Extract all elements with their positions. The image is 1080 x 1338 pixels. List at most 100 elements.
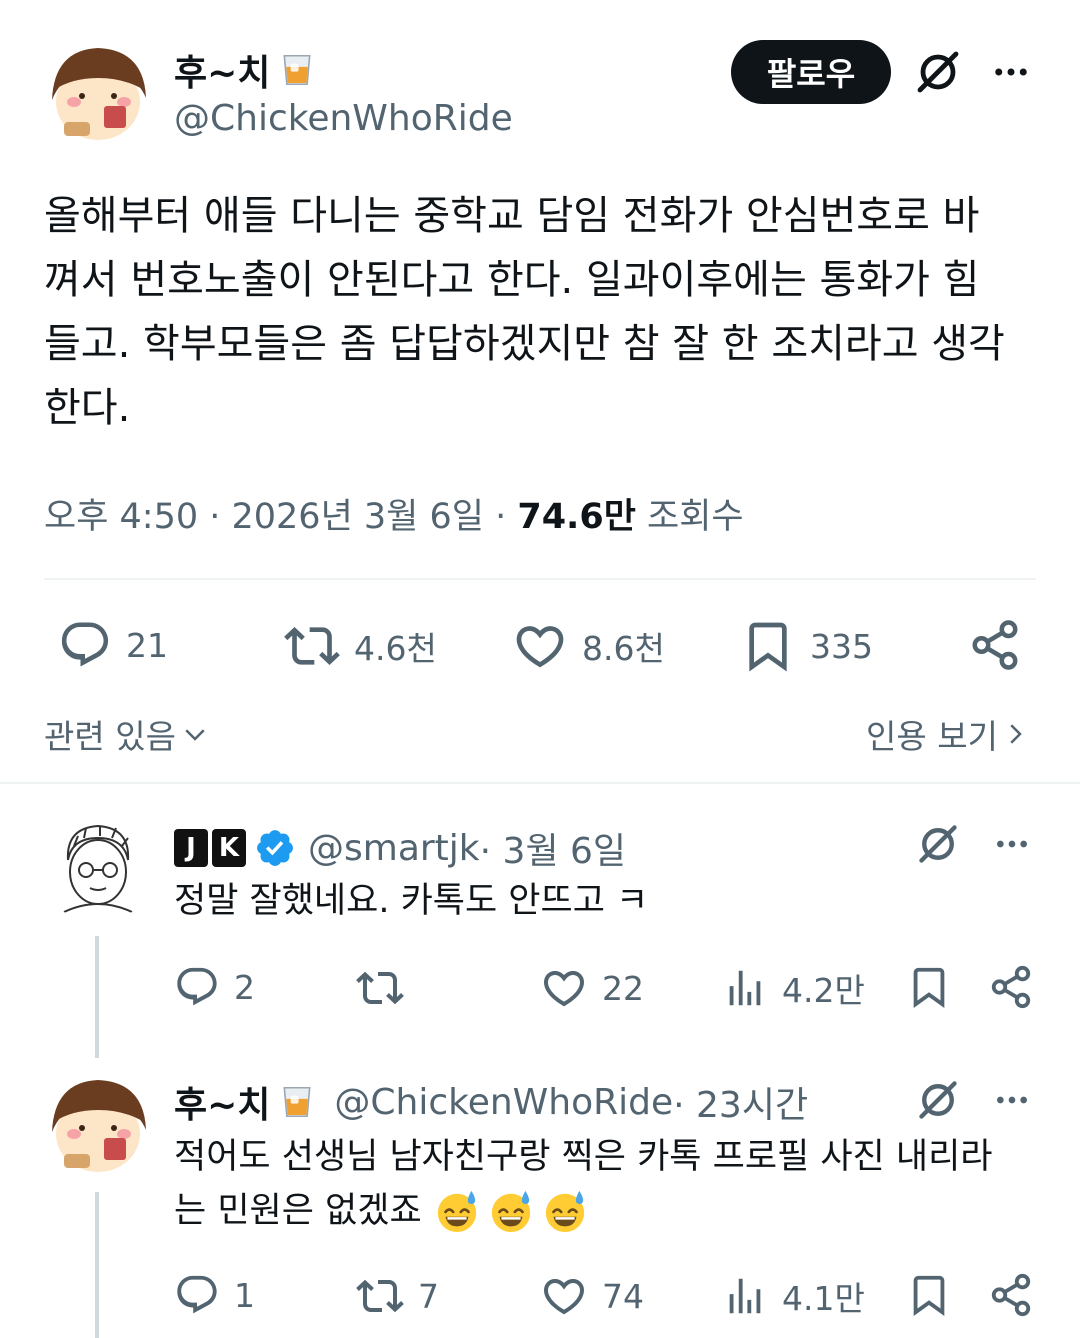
reply-text-line: 는 민원은 없겠죠 xyxy=(174,1184,1044,1238)
bookmark-icon xyxy=(906,1272,952,1318)
grok-slash-icon[interactable] xyxy=(914,1076,962,1124)
reply-like-button[interactable]: 74 xyxy=(540,1272,644,1320)
avatar-illustration xyxy=(44,1072,152,1180)
verified-badge-icon xyxy=(254,827,296,869)
grok-slash-icon[interactable] xyxy=(914,820,962,868)
avatar-illustration xyxy=(44,40,152,148)
tweet-timestamp[interactable]: 오후 4:50 · 2026년 3월 6일 · xyxy=(44,497,517,537)
related-toggle[interactable]: 관련 있음 xyxy=(44,710,210,758)
tweet-meta: 오후 4:50 · 2026년 3월 6일 · 74.6만 조회수 xyxy=(44,488,744,539)
like-button[interactable]: 8.6천 xyxy=(512,618,665,674)
repost-button[interactable]: 4.6천 xyxy=(284,618,437,674)
share-icon xyxy=(968,618,1022,672)
quotes-label: 인용 보기 xyxy=(866,717,998,756)
tweet-text-line: 껴서 번호노출이 안된다고 한다. 일과이후에는 통화가 힘 xyxy=(44,257,980,303)
more-dots-icon[interactable] xyxy=(990,1080,1034,1120)
reply-bubble-icon xyxy=(174,1272,220,1318)
reply-count: 21 xyxy=(126,625,168,665)
thread-connector xyxy=(95,936,99,1058)
more-dots-icon[interactable] xyxy=(990,824,1034,864)
reply-reply-count: 1 xyxy=(234,1275,255,1315)
reply-views-button[interactable]: 4.2만 xyxy=(722,964,865,1012)
bookmark-button[interactable]: 335 xyxy=(740,618,873,674)
reply-repost-button[interactable]: 7 xyxy=(356,1272,439,1320)
reply-like-button[interactable]: 22 xyxy=(540,964,644,1012)
thread-connector xyxy=(95,1192,99,1338)
reply-views-button[interactable]: 4.1만 xyxy=(722,1272,865,1320)
share-icon xyxy=(988,964,1034,1010)
reply-bookmark-button[interactable] xyxy=(906,964,952,1010)
follow-button[interactable]: 팔로우 xyxy=(731,40,891,104)
bookmark-count: 335 xyxy=(810,626,873,666)
bookmark-icon xyxy=(906,964,952,1010)
reply-reply-button[interactable]: 2 xyxy=(174,964,255,1010)
heart-icon xyxy=(512,618,568,674)
reply-like-count: 74 xyxy=(602,1276,644,1316)
reply-repost-count: 7 xyxy=(418,1276,439,1316)
reply-text: 적어도 선생님 남자친구랑 찍은 카톡 프로필 사진 내리라 는 민원은 없겠죠 xyxy=(174,1130,1044,1238)
related-label: 관련 있음 xyxy=(44,717,176,756)
author-name: 후~치 xyxy=(174,53,271,94)
tweet-text: 올해부터 애들 다니는 중학교 담임 전화가 안심번호로 바 껴서 번호노출이 … xyxy=(44,184,1044,440)
reply-views-count: 4.2만 xyxy=(782,971,865,1010)
repost-icon xyxy=(356,1272,404,1320)
reply-repost-button[interactable] xyxy=(356,964,418,1012)
like-count: 8.6천 xyxy=(582,629,665,668)
reply-reply-count: 2 xyxy=(234,967,255,1007)
sweat-smile-emoji xyxy=(488,1188,534,1234)
sweat-smile-emoji xyxy=(542,1188,588,1234)
reply-header: 후~치 @ChickenWhoRide · 23시간 xyxy=(174,1076,808,1128)
author-avatar[interactable] xyxy=(44,40,152,148)
chevron-down-icon xyxy=(185,729,205,741)
divider xyxy=(44,578,1036,580)
whiskey-glass-emoji xyxy=(278,51,316,89)
avatar-illustration xyxy=(44,816,152,924)
reply-header: J K @smartjk · 3월 6일 xyxy=(174,822,626,874)
jk-name-badge: J K xyxy=(174,829,246,867)
reply-bookmark-button[interactable] xyxy=(906,1272,952,1318)
section-divider xyxy=(0,782,1080,784)
views-label: 조회수 xyxy=(635,497,744,537)
share-icon xyxy=(988,1272,1034,1318)
heart-icon xyxy=(540,1272,588,1320)
reply-handle[interactable]: @ChickenWhoRide xyxy=(334,1082,673,1123)
reply-avatar[interactable] xyxy=(44,1072,152,1180)
reply-like-count: 22 xyxy=(602,968,644,1008)
name-letter-tile: J xyxy=(174,829,208,867)
tweet-text-line: 올해부터 애들 다니는 중학교 담임 전화가 안심번호로 바 xyxy=(44,193,980,239)
reply-bubble-icon xyxy=(58,618,112,672)
sweat-smile-emoji xyxy=(434,1188,480,1234)
reply-share-button[interactable] xyxy=(988,964,1034,1010)
reply-text: 정말 잘했네요. 카톡도 안뜨고 ㅋ xyxy=(174,881,649,921)
reply-handle[interactable]: @smartjk xyxy=(308,828,480,869)
more-dots-icon[interactable] xyxy=(988,50,1034,94)
chevron-right-icon xyxy=(1010,724,1022,744)
reply-author-name[interactable]: 후~치 xyxy=(174,1076,270,1128)
reply-avatar[interactable] xyxy=(44,816,152,924)
reply-time[interactable]: · 23시간 xyxy=(673,1076,808,1128)
reply-views-count: 4.1만 xyxy=(782,1279,865,1318)
reply-text-fragment: 는 민원은 없겠죠 xyxy=(174,1191,422,1231)
views-bars-icon xyxy=(722,965,768,1011)
heart-icon xyxy=(540,964,588,1012)
share-button[interactable] xyxy=(968,618,1022,672)
whiskey-glass-emoji xyxy=(278,1083,316,1121)
repost-count: 4.6천 xyxy=(354,629,437,668)
views-count: 74.6만 xyxy=(517,497,636,537)
reply-bubble-icon xyxy=(174,964,220,1010)
name-letter-tile: K xyxy=(212,829,246,867)
reply-time[interactable]: · 3월 6일 xyxy=(480,822,626,874)
bookmark-icon xyxy=(740,618,796,674)
repost-icon xyxy=(284,618,340,674)
author-name-row: 후~치 xyxy=(174,44,316,96)
reply-text-line: 적어도 선생님 남자친구랑 찍은 카톡 프로필 사진 내리라 xyxy=(174,1137,993,1177)
views-bars-icon xyxy=(722,1273,768,1319)
reply-button[interactable]: 21 xyxy=(58,618,168,672)
reply-reply-button[interactable]: 1 xyxy=(174,1272,255,1318)
grok-slash-icon[interactable] xyxy=(912,46,964,98)
view-quotes-link[interactable]: 인용 보기 xyxy=(866,710,1030,758)
tweet-text-line: 들고. 학부모들은 좀 답답하겠지만 참 잘 한 조치라고 생각 xyxy=(44,321,1005,367)
author-handle[interactable]: @ChickenWhoRide xyxy=(174,98,513,139)
reply-share-button[interactable] xyxy=(988,1272,1034,1318)
repost-icon xyxy=(356,964,404,1012)
